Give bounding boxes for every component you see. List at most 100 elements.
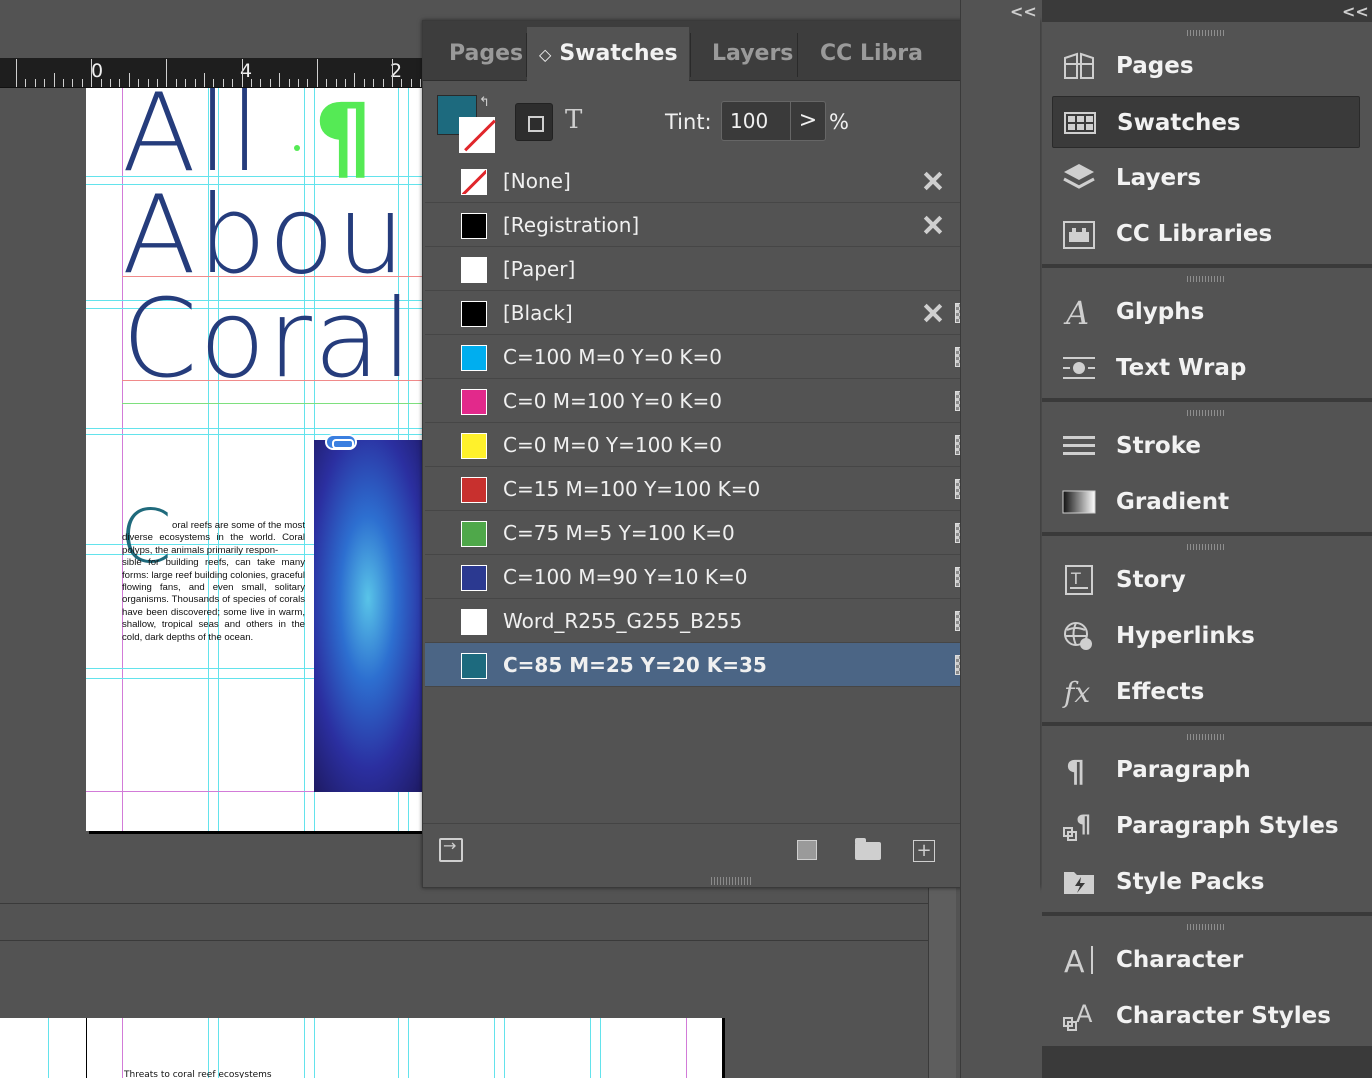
panel-footer: + — [423, 823, 1039, 877]
swatch-color-chip — [461, 653, 487, 679]
vertical-scrollbar[interactable] — [928, 886, 956, 1078]
new-swatch-icon[interactable]: + — [913, 840, 935, 862]
show-swatch-type-icon[interactable] — [797, 840, 817, 860]
hyperlinks-icon — [1062, 620, 1096, 652]
swatch-row[interactable]: [None] — [425, 159, 1037, 203]
dock-item-story[interactable]: T Story — [1052, 554, 1360, 606]
content-grabber-link-icon[interactable] — [325, 434, 357, 450]
non-editable-icon — [921, 169, 945, 193]
dock-item-paragraph[interactable]: ¶ Paragraph — [1052, 744, 1360, 796]
document-page[interactable]: All ¶ Abou Coral C oral reefs are some o… — [86, 88, 431, 831]
dock-item-text-wrap[interactable]: Text Wrap — [1052, 342, 1360, 394]
dock-item-hyperlinks[interactable]: Hyperlinks — [1052, 610, 1360, 662]
dock-item-label: Stroke — [1116, 433, 1201, 459]
dock-item-glyphs[interactable]: A Glyphs — [1052, 286, 1360, 338]
headline-line-2[interactable]: Abou — [122, 182, 407, 290]
group-drag-grip[interactable] — [1187, 544, 1225, 550]
dock-item-label: CC Libraries — [1116, 221, 1273, 247]
ruler-tick — [392, 59, 393, 87]
swatch-row[interactable]: [Paper] — [425, 247, 1037, 291]
ruler-tick — [298, 79, 299, 87]
ruler-tick — [401, 79, 403, 87]
swatch-name: C=0 M=0 Y=100 K=0 — [503, 433, 723, 457]
formatting-container-button[interactable] — [515, 103, 553, 141]
dock-item-paragraph-styles[interactable]: ¶ Paragraph Styles — [1052, 800, 1360, 852]
swatch-row[interactable]: C=0 M=100 Y=0 K=0 — [425, 379, 1037, 423]
dock-item-swatches[interactable]: Swatches — [1052, 96, 1360, 148]
pasteboard-divider — [0, 903, 930, 904]
ruler-tick — [316, 59, 318, 87]
dock-item-layers[interactable]: Layers — [1052, 152, 1360, 204]
dock-header[interactable] — [1042, 0, 1372, 20]
swatch-row[interactable]: C=85 M=25 Y=20 K=35 — [425, 643, 1037, 687]
body-text-rest: sible for building reefs, can take many … — [122, 557, 305, 643]
swatch-color-chip — [461, 301, 487, 327]
new-color-group-icon[interactable] — [855, 838, 881, 860]
swatch-row[interactable]: [Black] — [425, 291, 1037, 335]
tab-cc-libraries[interactable]: CC Libra — [808, 27, 926, 81]
swatch-name: [Paper] — [503, 257, 576, 281]
ruler-tick — [241, 59, 243, 87]
group-drag-grip[interactable] — [1187, 734, 1225, 740]
horizontal-ruler[interactable]: 0 4 2 — [0, 58, 431, 88]
swatch-name: C=100 M=90 Y=10 K=0 — [503, 565, 748, 589]
tab-layers[interactable]: Layers — [700, 27, 796, 81]
swatch-row[interactable]: C=0 M=0 Y=100 K=0 — [425, 423, 1037, 467]
space-marker — [294, 145, 300, 151]
expand-dock-icon[interactable]: << — [1010, 2, 1037, 21]
dock-item-label: Style Packs — [1116, 869, 1265, 895]
coral-image-frame[interactable] — [314, 440, 431, 792]
group-drag-grip[interactable] — [1187, 30, 1225, 36]
dock-gutter — [960, 0, 1040, 1078]
dock-item-effects[interactable]: fx Effects — [1052, 666, 1360, 718]
dock-item-stroke[interactable]: Stroke — [1052, 420, 1360, 472]
swap-fill-stroke-icon[interactable]: ↰ — [479, 95, 490, 110]
dock-item-cc-libraries[interactable]: CC Libraries — [1052, 208, 1360, 260]
page2-heading[interactable]: Threats to coral reef ecosystems — [124, 1070, 272, 1078]
ruler-tick — [363, 79, 365, 87]
headline-line-3[interactable]: Coral — [122, 286, 414, 394]
svg-text:A: A — [1076, 1000, 1093, 1028]
formatting-text-button[interactable]: T — [565, 105, 582, 135]
ruler-tick — [166, 59, 168, 87]
swatch-row[interactable]: [Registration] — [425, 203, 1037, 247]
dock-item-character-styles[interactable]: A Character Styles — [1052, 990, 1360, 1042]
tint-slider-button[interactable]: > — [790, 101, 826, 141]
panel-resize-grip[interactable] — [711, 877, 751, 885]
tab-swatches[interactable]: ◇ Swatches — [527, 27, 689, 82]
dock-item-style-packs[interactable]: Style Packs — [1052, 856, 1360, 908]
group-drag-grip[interactable] — [1187, 924, 1225, 930]
gradient-icon — [1062, 486, 1096, 518]
dock-item-gradient[interactable]: Gradient — [1052, 476, 1360, 528]
ruler-tick — [119, 79, 121, 87]
document-page-2[interactable]: Threats to coral reef ecosystems — [0, 1018, 722, 1078]
ruler-tick — [354, 73, 356, 87]
collapse-dock-icon[interactable]: << — [1342, 2, 1369, 21]
ruler-tick — [147, 79, 149, 87]
tab-pages[interactable]: Pages — [437, 27, 525, 81]
dock-panel-group: ¶ Paragraph ¶ Paragraph Styles Style Packs — [1042, 726, 1372, 914]
character-styles-icon: A — [1062, 1000, 1096, 1032]
body-text-frame[interactable]: oral reefs are some of the most diverse … — [122, 520, 305, 644]
ruler-tick — [251, 79, 252, 87]
dock-item-pages[interactable]: Pages — [1052, 40, 1360, 92]
swatch-row[interactable]: C=75 M=5 Y=100 K=0 — [425, 511, 1037, 555]
swatch-list[interactable]: [None] [Registration] [Paper] [Black] C=100 … — [425, 159, 1037, 825]
svg-text:T: T — [1070, 569, 1081, 588]
tint-input[interactable] — [721, 101, 791, 141]
dock-item-character[interactable]: A Character — [1052, 934, 1360, 986]
dock-item-label: Character Styles — [1116, 1003, 1331, 1029]
swatch-row[interactable]: C=100 M=90 Y=10 K=0 — [425, 555, 1037, 599]
swatch-name: C=0 M=100 Y=0 K=0 — [503, 389, 723, 413]
swatch-row[interactable]: C=100 M=0 Y=0 K=0 — [425, 335, 1037, 379]
ruler-tick — [100, 79, 102, 87]
swatch-row[interactable]: Word_R255_G255_B255 — [425, 599, 1037, 643]
ruler-tick — [81, 79, 83, 87]
group-drag-grip[interactable] — [1187, 276, 1225, 282]
dock-panel-group: T Story Hyperlinks fx Effects — [1042, 536, 1372, 724]
swatch-row[interactable]: C=15 M=100 Y=100 K=0 — [425, 467, 1037, 511]
swatches-panel[interactable]: Pages ◇Swatches Layers CC Libra >> ↰ T T… — [422, 20, 1040, 888]
group-drag-grip[interactable] — [1187, 410, 1225, 416]
stroke-swatch[interactable] — [459, 117, 495, 153]
load-swatches-icon[interactable] — [439, 836, 463, 862]
